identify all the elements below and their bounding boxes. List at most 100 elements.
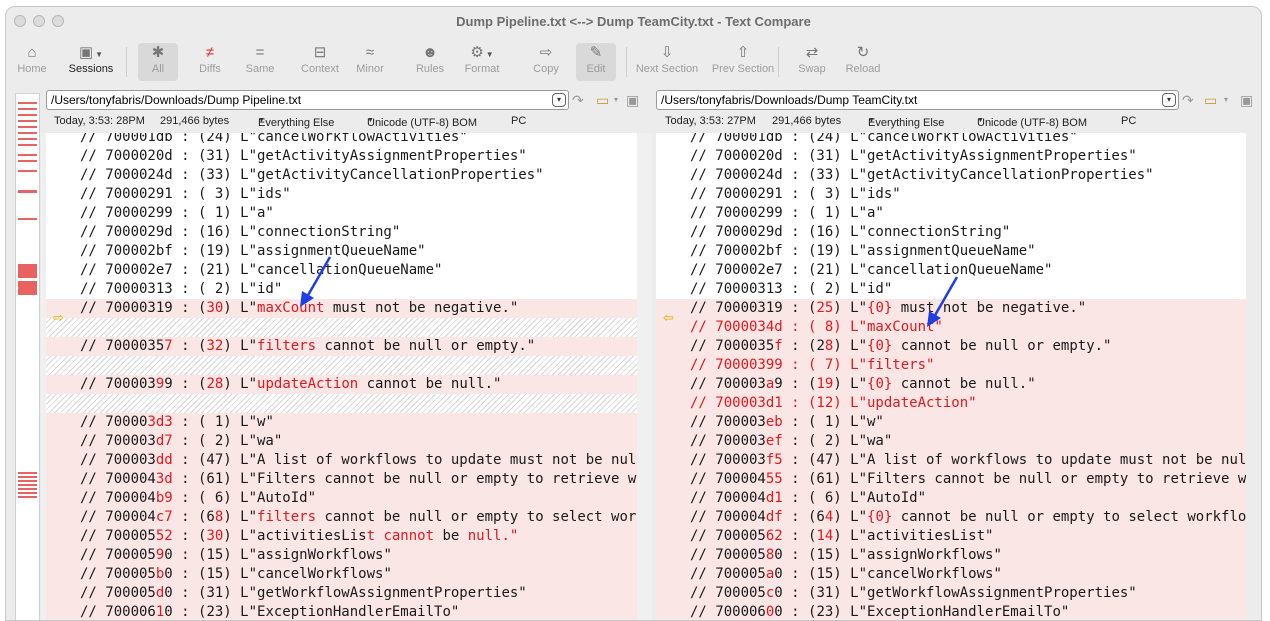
left-open-dropdown-icon[interactable]: ▾ — [614, 91, 618, 109]
left-text-pane[interactable]: // 700001db : (24) L"cancelWorkflowActiv… — [46, 133, 637, 620]
left-text-line[interactable]: // 700002e7 : (21) L"cancellationQueueNa… — [46, 261, 637, 280]
right-text-line[interactable]: // 700004d1 : ( 6) L"AutoId" — [656, 489, 1246, 508]
swap-button[interactable]: ⇄ Swap — [792, 43, 832, 81]
right-text-pane[interactable]: // 700001db : (24) L"cancelWorkflowActiv… — [656, 133, 1246, 620]
right-text-line[interactable]: // 70000562 : (14) L"activitiesList" — [656, 527, 1246, 546]
left-text-line[interactable]: // 7000024d : (33) L"getActivityCancella… — [46, 166, 637, 185]
right-text-line[interactable]: // 700001db : (24) L"cancelWorkflowActiv… — [656, 133, 1246, 147]
home-icon: ⌂ — [27, 44, 37, 61]
left-open-folder-icon[interactable]: ▭ — [596, 91, 609, 109]
right-text-line[interactable]: // 70000455 : (61) L"Filters cannot be n… — [656, 470, 1246, 489]
right-open-folder-icon[interactable]: ▭ — [1204, 91, 1217, 109]
left-text-line[interactable]: // 70000399 : (28) L"updateAction cannot… — [46, 375, 637, 394]
prev-section-button[interactable]: ⇧ Prev Section — [706, 43, 780, 81]
right-text-line[interactable]: // 700002bf : (19) L"assignmentQueueName… — [656, 242, 1246, 261]
right-file-size: 291,466 bytes — [772, 115, 842, 127]
all-button[interactable]: ✱ All — [138, 43, 178, 81]
right-line-end-select[interactable]: PC — [1121, 115, 1136, 127]
right-text-line[interactable]: // 700003a9 : (19) L"{0} cannot be null.… — [656, 375, 1246, 394]
left-text-line[interactable]: // 700004c7 : (68) L"filters cannot be n… — [46, 508, 637, 527]
home-button[interactable]: ⌂ Home — [16, 43, 48, 81]
copy-button[interactable]: ⇨ Copy — [526, 43, 566, 81]
right-text-line[interactable]: // 700004df : (64) L"{0} cannot be null … — [656, 508, 1246, 527]
right-history-icon[interactable]: ↷ — [1182, 91, 1194, 109]
left-file-path-input[interactable]: /Users/tonyfabris/Downloads/Dump Pipelin… — [46, 90, 569, 110]
right-text-line[interactable]: // 70000399 : ( 7) L"filters" — [656, 356, 1246, 375]
left-text-line[interactable]: // 70000357 : (32) L"filters cannot be n… — [46, 337, 637, 356]
left-text-line[interactable]: // 700001db : (24) L"cancelWorkflowActiv… — [46, 133, 637, 147]
left-text-line[interactable] — [46, 394, 637, 413]
left-text-line[interactable]: // 70000313 : ( 2) L"id" — [46, 280, 637, 299]
left-text-line[interactable]: // 700003dd : (47) L"A list of workflows… — [46, 451, 637, 470]
left-text-line[interactable]: // 70000590 : (15) L"assignWorkflows" — [46, 546, 637, 565]
left-text-line[interactable]: // 70000610 : (23) L"ExceptionHandlerEma… — [46, 603, 637, 620]
left-text-line[interactable]: // 7000020d : (31) L"getActivityAssignme… — [46, 147, 637, 166]
left-text-line[interactable] — [46, 356, 637, 375]
context-button[interactable]: ⊟ Context — [294, 43, 346, 81]
next-section-button[interactable]: ⇩ Next Section — [630, 43, 704, 81]
home-label: Home — [17, 63, 47, 75]
right-save-icon[interactable]: ▣ — [1240, 91, 1253, 109]
right-text-line[interactable]: // 700003d1 : (12) L"updateAction" — [656, 394, 1246, 413]
left-text-line[interactable]: // 700003d7 : ( 2) L"wa" — [46, 432, 637, 451]
left-text-line[interactable]: // 70000319 : (30) L"maxCount must not b… — [46, 299, 637, 318]
edit-icon: ✎ — [589, 44, 603, 61]
chevron-down-icon: ▼ — [367, 117, 374, 124]
file-info-row: Today, 3:53: 28PM 291,466 bytes Everythi… — [54, 115, 1137, 129]
minor-label: Minor — [356, 63, 384, 75]
right-text-line[interactable]: // 7000024d : (33) L"getActivityCancella… — [656, 166, 1246, 185]
left-text-line[interactable] — [46, 318, 637, 337]
same-button[interactable]: = Same — [238, 43, 282, 81]
left-line-end-select[interactable]: PC — [511, 115, 526, 127]
current-diff-left-arrow-icon: ⇨ — [53, 310, 64, 325]
left-text-line[interactable]: // 70000552 : (30) L"activitiesList cann… — [46, 527, 637, 546]
sessions-button[interactable]: ▣ ▼ Sessions — [60, 43, 122, 81]
right-open-dropdown-icon[interactable]: ▾ — [1224, 91, 1228, 109]
left-text-line[interactable]: // 700004b9 : ( 6) L"AutoId" — [46, 489, 637, 508]
format-button[interactable]: ⚙ ▼ Format — [452, 43, 512, 81]
right-file-date: Today, 3:53: 27PM — [665, 115, 756, 127]
right-path-dropdown-icon[interactable]: ▾ — [1162, 93, 1176, 107]
left-text-line[interactable]: // 700005d0 : (31) L"getWorkflowAssignme… — [46, 584, 637, 603]
right-text-line[interactable]: // 700002e7 : (21) L"cancellationQueueNa… — [656, 261, 1246, 280]
right-text-line[interactable]: // 70000319 : (25) L"{0} must not be neg… — [656, 299, 1246, 318]
left-path-dropdown-icon[interactable]: ▾ — [552, 93, 566, 107]
diff-overview-margin[interactable] — [15, 93, 40, 620]
right-text-line[interactable]: // 70000580 : (15) L"assignWorkflows" — [656, 546, 1246, 565]
left-history-icon[interactable]: ↷ — [572, 91, 584, 109]
next-section-label: Next Section — [635, 63, 699, 75]
left-text-line[interactable]: // 700003d3 : ( 1) L"w" — [46, 413, 637, 432]
left-text-line[interactable]: // 70000291 : ( 3) L"ids" — [46, 185, 637, 204]
right-text-line[interactable]: // 70000600 : (23) L"ExceptionHandlerEma… — [656, 603, 1246, 620]
edit-button[interactable]: ✎ Edit — [576, 43, 616, 81]
left-text-line[interactable]: // 700005b0 : (15) L"cancelWorkflows" — [46, 565, 637, 584]
right-text-line[interactable]: // 7000035f : (28) L"{0} cannot be null … — [656, 337, 1246, 356]
right-text-line[interactable]: // 7000029d : (16) L"connectionString" — [656, 223, 1246, 242]
right-text-line[interactable]: // 700003eb : ( 1) L"w" — [656, 413, 1246, 432]
left-text-line[interactable]: // 70000299 : ( 1) L"a" — [46, 204, 637, 223]
left-text-line[interactable]: // 7000029d : (16) L"connectionString" — [46, 223, 637, 242]
minor-button[interactable]: ≈ Minor — [350, 43, 390, 81]
format-icon: ⚙ ▼ — [470, 44, 494, 61]
right-text-line[interactable]: // 7000020d : (31) L"getActivityAssignme… — [656, 147, 1246, 166]
left-text-line[interactable]: // 700002bf : (19) L"assignmentQueueName… — [46, 242, 637, 261]
right-text-line[interactable]: // 70000313 : ( 2) L"id" — [656, 280, 1246, 299]
right-text-line[interactable]: // 70000299 : ( 1) L"a" — [656, 204, 1246, 223]
left-text-line[interactable]: // 7000043d : (61) L"Filters cannot be n… — [46, 470, 637, 489]
context-icon: ⊟ — [313, 44, 327, 61]
edit-label: Edit — [586, 63, 606, 75]
right-text-line[interactable]: // 70000291 : ( 3) L"ids" — [656, 185, 1246, 204]
right-text-line[interactable]: // 700003ef : ( 2) L"wa" — [656, 432, 1246, 451]
right-text-line[interactable]: // 700005a0 : (15) L"cancelWorkflows" — [656, 565, 1246, 584]
rules-button[interactable]: ☻ Rules — [410, 43, 450, 81]
format-label: Format — [464, 63, 500, 75]
right-text-line[interactable]: // 700005c0 : (31) L"getWorkflowAssignme… — [656, 584, 1246, 603]
left-save-icon[interactable]: ▣ — [626, 91, 639, 109]
diffs-button[interactable]: ≠ Diffs — [188, 43, 232, 81]
right-text-line[interactable]: // 700003f5 : (47) L"A list of workflows… — [656, 451, 1246, 470]
swap-label: Swap — [798, 63, 826, 75]
right-text-line[interactable]: // 7000034d : ( 8) L"maxCount" — [656, 318, 1246, 337]
reload-button[interactable]: ↻ Reload — [840, 43, 886, 81]
all-label: All — [151, 63, 165, 75]
right-file-path-input[interactable]: /Users/tonyfabris/Downloads/Dump TeamCit… — [656, 90, 1179, 110]
